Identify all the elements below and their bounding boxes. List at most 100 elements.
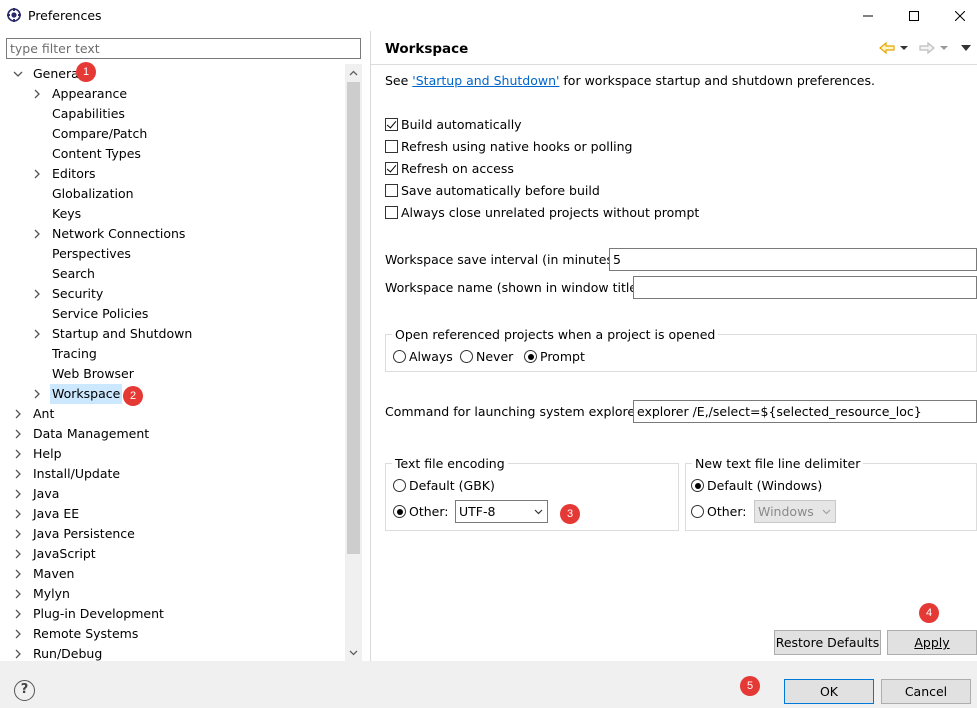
radio-dot[interactable] bbox=[393, 479, 406, 492]
radio-dot[interactable] bbox=[691, 505, 704, 518]
apply-button[interactable]: Apply bbox=[887, 630, 977, 655]
expand-chevron-icon[interactable] bbox=[12, 524, 24, 544]
scroll-up-icon[interactable] bbox=[345, 64, 362, 81]
open-ref-prompt-radio[interactable]: Prompt bbox=[524, 349, 585, 364]
radio-dot[interactable] bbox=[691, 479, 704, 492]
expand-chevron-icon[interactable] bbox=[12, 584, 24, 604]
expand-chevron-icon[interactable] bbox=[31, 324, 43, 344]
tree-item-java-ee[interactable]: Java EE bbox=[12, 504, 81, 524]
delimiter-default-radio[interactable]: Default (Windows) bbox=[691, 478, 822, 493]
save-before-build-checkbox[interactable]: Save automatically before build bbox=[385, 183, 600, 198]
expand-chevron-icon[interactable] bbox=[12, 484, 24, 504]
tree-item-javascript[interactable]: JavaScript bbox=[12, 544, 98, 564]
minimize-button[interactable] bbox=[845, 0, 891, 31]
tree-item-install-update[interactable]: Install/Update bbox=[12, 464, 122, 484]
forward-button[interactable] bbox=[919, 40, 949, 56]
expand-chevron-icon[interactable] bbox=[12, 544, 24, 564]
expand-chevron-icon[interactable] bbox=[12, 504, 24, 524]
tree-item-data-management[interactable]: Data Management bbox=[12, 424, 151, 444]
open-ref-always-radio[interactable]: Always bbox=[393, 349, 453, 364]
combo-value: Windows bbox=[758, 504, 814, 519]
close-button[interactable] bbox=[937, 0, 977, 31]
scrollbar-thumb[interactable] bbox=[347, 82, 360, 554]
tree-item-capabilities[interactable]: Capabilities bbox=[50, 104, 127, 124]
open-ref-never-radio[interactable]: Never bbox=[460, 349, 513, 364]
tree-item-workspace[interactable]: Workspace bbox=[31, 384, 123, 404]
tree-item-java[interactable]: Java bbox=[12, 484, 61, 504]
expand-chevron-icon[interactable] bbox=[12, 624, 24, 644]
filter-field-wrapper[interactable] bbox=[6, 38, 361, 59]
expand-chevron-icon[interactable] bbox=[12, 444, 24, 464]
workspace-name-input[interactable] bbox=[633, 276, 977, 299]
restore-defaults-button[interactable]: Restore Defaults bbox=[774, 630, 881, 655]
maximize-button[interactable] bbox=[891, 0, 937, 31]
tree-item-run-debug[interactable]: Run/Debug bbox=[12, 644, 104, 661]
system-explorer-label: Command for launching system explorer: bbox=[385, 404, 645, 419]
expand-chevron-icon[interactable] bbox=[12, 604, 24, 624]
expand-chevron-icon[interactable] bbox=[31, 84, 43, 104]
expand-chevron-icon[interactable] bbox=[31, 284, 43, 304]
expand-chevron-icon[interactable] bbox=[12, 464, 24, 484]
checkbox-box[interactable] bbox=[385, 162, 398, 175]
tree-item-startup-shutdown[interactable]: Startup and Shutdown bbox=[31, 324, 194, 344]
scroll-down-icon[interactable] bbox=[345, 644, 362, 661]
checkbox-box[interactable] bbox=[385, 140, 398, 153]
tree-item-service-policies[interactable]: Service Policies bbox=[50, 304, 150, 324]
tree-item-content-types[interactable]: Content Types bbox=[50, 144, 143, 164]
dropdown-icon[interactable] bbox=[534, 501, 543, 522]
tree-item-general[interactable]: General bbox=[12, 64, 84, 84]
cancel-button[interactable]: Cancel bbox=[881, 679, 971, 704]
help-icon[interactable]: ? bbox=[14, 680, 35, 701]
system-explorer-input[interactable]: explorer /E,/select=${selected_resource_… bbox=[633, 400, 977, 423]
expand-chevron-icon[interactable] bbox=[31, 164, 43, 184]
expand-chevron-icon[interactable] bbox=[31, 224, 43, 244]
radio-dot[interactable] bbox=[460, 350, 473, 363]
tree-item-tracing[interactable]: Tracing bbox=[50, 344, 99, 364]
encoding-other-radio[interactable]: Other: bbox=[393, 504, 448, 519]
tree-item-java-persistence[interactable]: Java Persistence bbox=[12, 524, 137, 544]
radio-dot[interactable] bbox=[393, 505, 406, 518]
collapse-chevron-icon[interactable] bbox=[12, 64, 24, 84]
tree-item-appearance[interactable]: Appearance bbox=[31, 84, 129, 104]
expand-chevron-icon[interactable] bbox=[12, 644, 24, 661]
refresh-native-hooks-checkbox[interactable]: Refresh using native hooks or polling bbox=[385, 139, 633, 154]
tree-item-editors[interactable]: Editors bbox=[31, 164, 98, 184]
filter-input[interactable] bbox=[7, 39, 360, 58]
tree-item-perspectives[interactable]: Perspectives bbox=[50, 244, 133, 264]
tree-item-label: Java EE bbox=[33, 506, 80, 521]
tree-item-compare-patch[interactable]: Compare/Patch bbox=[50, 124, 149, 144]
encoding-select[interactable]: UTF-8 bbox=[455, 500, 548, 523]
tree-item-maven[interactable]: Maven bbox=[12, 564, 76, 584]
tree-item-globalization[interactable]: Globalization bbox=[50, 184, 136, 204]
expand-chevron-icon[interactable] bbox=[31, 384, 43, 404]
always-close-projects-checkbox[interactable]: Always close unrelated projects without … bbox=[385, 205, 699, 220]
radio-dot[interactable] bbox=[524, 350, 537, 363]
tree-item-remote-systems[interactable]: Remote Systems bbox=[12, 624, 140, 644]
tree-item-web-browser[interactable]: Web Browser bbox=[50, 364, 136, 384]
checkbox-box[interactable] bbox=[385, 184, 398, 197]
tree-item-network-connections[interactable]: Network Connections bbox=[31, 224, 187, 244]
checkbox-box[interactable] bbox=[385, 206, 398, 219]
back-button[interactable] bbox=[879, 40, 909, 56]
startup-shutdown-link[interactable]: 'Startup and Shutdown' bbox=[412, 73, 559, 88]
encoding-default-radio[interactable]: Default (GBK) bbox=[393, 478, 495, 493]
tree-item-security[interactable]: Security bbox=[31, 284, 105, 304]
ok-button[interactable]: OK bbox=[784, 679, 874, 704]
tree-item-plugin-development[interactable]: Plug-in Development bbox=[12, 604, 166, 624]
tree-item-ant[interactable]: Ant bbox=[12, 404, 56, 424]
refresh-on-access-checkbox[interactable]: Refresh on access bbox=[385, 161, 514, 176]
radio-dot[interactable] bbox=[393, 350, 406, 363]
build-automatically-checkbox[interactable]: Build automatically bbox=[385, 117, 522, 132]
expand-chevron-icon[interactable] bbox=[12, 404, 24, 424]
expand-chevron-icon[interactable] bbox=[12, 564, 24, 584]
tree-scrollbar[interactable] bbox=[345, 64, 362, 661]
save-interval-input[interactable]: 5 bbox=[609, 248, 977, 271]
expand-chevron-icon[interactable] bbox=[12, 424, 24, 444]
tree-item-mylyn[interactable]: Mylyn bbox=[12, 584, 72, 604]
tree-item-help[interactable]: Help bbox=[12, 444, 64, 464]
tree-item-keys[interactable]: Keys bbox=[50, 204, 83, 224]
tree-item-search[interactable]: Search bbox=[50, 264, 97, 284]
delimiter-other-radio[interactable]: Other: bbox=[691, 504, 746, 519]
checkbox-box[interactable] bbox=[385, 118, 398, 131]
view-menu-button[interactable] bbox=[961, 40, 971, 56]
